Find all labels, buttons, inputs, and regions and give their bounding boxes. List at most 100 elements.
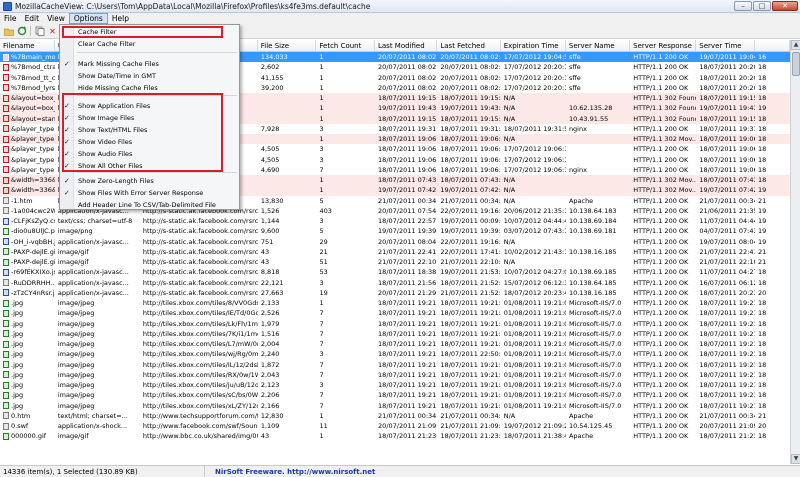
minimize-icon[interactable]: – bbox=[734, 1, 752, 11]
table-row[interactable]: .jpg image/jpeg http://tiles.xbox.com/tile… bbox=[0, 298, 790, 308]
table-row[interactable]: .jpg image/jpeg http://tiles.xbox.com/tile… bbox=[0, 308, 790, 318]
cell-server-name bbox=[566, 175, 630, 185]
cell-filename: .jpg bbox=[0, 390, 55, 400]
column-header-extra[interactable] bbox=[755, 40, 790, 51]
cell-filename: 0.htm bbox=[0, 411, 55, 421]
table-row[interactable]: -r69fEKXIXo.js application/x-javasc... htt… bbox=[0, 267, 790, 277]
table-row[interactable]: -PAXP-dejlE.gif image/gif http://s-static.… bbox=[0, 247, 790, 257]
file-icon bbox=[3, 402, 9, 410]
column-header-server-name[interactable]: Server Name bbox=[566, 40, 631, 51]
column-header-server-time[interactable]: Server Time bbox=[696, 40, 755, 51]
menu-help[interactable]: Help bbox=[108, 13, 133, 24]
column-header-expiration-time[interactable]: Expiration Time bbox=[501, 40, 566, 51]
table-row[interactable]: 0.swf application/x-shock... http://www.fa… bbox=[0, 421, 790, 431]
cell-fetch-count: 3 bbox=[319, 155, 324, 164]
column-header-last-modified[interactable]: Last Modified bbox=[375, 40, 438, 51]
cell-filename: -zTzCY4nRsr.js bbox=[0, 288, 55, 298]
scroll-up-icon[interactable]: ▲ bbox=[791, 40, 800, 50]
table-row[interactable]: 000000.gif image/gif http://www.bbc.co.uk/… bbox=[0, 431, 790, 441]
file-icon bbox=[3, 371, 9, 379]
checkmark-icon: ✓ bbox=[64, 189, 70, 197]
menu-item-add-header-line-to-csv-tab-delimited-file[interactable]: Add Header Line To CSV/Tab-Delimited Fil… bbox=[61, 200, 238, 210]
cell-server-name: Microsoft-IIS/7.0 bbox=[568, 350, 622, 359]
column-header-fetch-count[interactable]: Fetch Count bbox=[316, 40, 375, 51]
cell-expiration-time: 01/08/2011 19:21:02 bbox=[503, 401, 566, 410]
scroll-thumb[interactable] bbox=[792, 52, 800, 76]
filename-text: &layout=stan... bbox=[11, 114, 55, 123]
delete-icon[interactable]: ✕ bbox=[47, 26, 58, 37]
file-icon bbox=[3, 361, 9, 369]
refresh-icon[interactable] bbox=[16, 26, 27, 37]
cell-filename: &player_type... bbox=[0, 124, 55, 134]
cell-file-size: 43 bbox=[260, 432, 270, 441]
table-row[interactable]: .jpg image/jpeg http://tiles.xbox.com/tile… bbox=[0, 319, 790, 329]
cell-filename: &player_type... bbox=[0, 134, 55, 144]
filename-text: .jpg bbox=[11, 329, 24, 338]
cell-last-modified: 18/07/2011 19:06:18 bbox=[378, 165, 437, 174]
menu-item-mark-missing-cache-files[interactable]: ✓ Mark Missing Cache Files bbox=[61, 59, 238, 69]
cell-fetch-count: 7 bbox=[319, 391, 324, 400]
file-icon bbox=[3, 289, 9, 297]
menu-edit[interactable]: Edit bbox=[21, 13, 44, 24]
table-row[interactable]: -zTzCY4nRsr.js application/x-javasc... htt… bbox=[0, 288, 790, 298]
menu-file[interactable]: File bbox=[0, 13, 21, 24]
cell-extra: 21 bbox=[757, 196, 767, 205]
menu-view[interactable]: View bbox=[43, 13, 69, 24]
column-header-server-response[interactable]: Server Response bbox=[630, 40, 697, 51]
cell-fetch-count: 19 bbox=[319, 288, 328, 297]
table-row[interactable]: -dio0u8UlJC.pngimage/png http://s-static.… bbox=[0, 226, 790, 236]
close-icon[interactable]: ✕ bbox=[772, 1, 798, 11]
column-header-last-fetched[interactable]: Last Fetched bbox=[437, 40, 501, 51]
cell-last-modified: 21/07/2011 00:34:03 bbox=[378, 196, 437, 205]
cell-server-name: Microsoft-IIS/7.0 bbox=[568, 381, 622, 389]
column-header-filename[interactable]: Filename bbox=[0, 40, 55, 51]
menu-item-show-zero-length-files[interactable]: ✓ Show Zero-Length Files bbox=[61, 176, 238, 186]
table-row[interactable]: .jpg image/jpeg http://tiles.xbox.com/tile… bbox=[0, 390, 790, 400]
file-icon bbox=[3, 135, 9, 143]
table-row[interactable]: -CLFjKsZyQ.csstext/css; charset=utf-8 htt… bbox=[0, 216, 790, 226]
cell-last-fetched: 18/07/2011 19:21:02 bbox=[440, 401, 501, 410]
table-row[interactable]: -PAXP-dejlE.gif image/gif http://s-static.… bbox=[0, 257, 790, 267]
nirsoft-credit-link[interactable]: NirSoft Freeware. http://www.nirsoft.net bbox=[205, 468, 375, 476]
open-folder-icon[interactable] bbox=[3, 26, 14, 37]
filename-text: -RuDDRRHH... bbox=[11, 278, 55, 287]
table-row[interactable]: -OH_i-vqbBH.js application/x-javasc... htt… bbox=[0, 237, 790, 247]
column-header-file-size[interactable]: File Size bbox=[258, 40, 317, 51]
cell-content-type: http://s-static.ak.facebook.com/rsrc.php… bbox=[142, 288, 258, 297]
table-row[interactable]: .jpg image/jpeg http://tiles.xbox.com/tile… bbox=[0, 360, 790, 370]
cell-server-response: HTTP/1.1 200 OK bbox=[633, 350, 689, 359]
table-row[interactable]: .jpg image/jpeg http://tiles.xbox.com/tile… bbox=[0, 370, 790, 380]
cell-server-time: 04/07/2011 07:43:17 bbox=[699, 227, 755, 236]
cell-filename: -PAXP-dejlE.gif bbox=[0, 247, 55, 257]
menu-item-show-files-with-error-server-response[interactable]: ✓ Show Files With Error Server Response bbox=[61, 188, 238, 198]
maximize-icon[interactable]: □ bbox=[753, 1, 771, 11]
cell-last-fetched: 18/07/2011 22:50:53 bbox=[440, 350, 501, 359]
table-row[interactable]: .jpg image/jpeg http://tiles.xbox.com/tile… bbox=[0, 380, 790, 390]
menu-item-hide-missing-cache-files[interactable]: Hide Missing Cache Files bbox=[61, 83, 238, 93]
filename-text: 0.htm bbox=[11, 411, 31, 420]
table-row[interactable]: -RuDDRRHH... application/x-javasc... http:… bbox=[0, 278, 790, 288]
cell-url: image/jpeg bbox=[57, 340, 95, 348]
table-row[interactable]: 0.htm text/html; charset=... http://www.te… bbox=[0, 411, 790, 421]
cell-last-fetched: 18/07/2011 21:23:48 bbox=[440, 432, 501, 441]
cell-last-fetched: 18/07/2011 19:21:02 bbox=[440, 370, 501, 379]
table-row[interactable]: .jpg image/jpeg http://tiles.xbox.com/tile… bbox=[0, 349, 790, 359]
table-row[interactable]: .jpg image/jpeg http://tiles.xbox.com/tile… bbox=[0, 401, 790, 411]
menu-item-clear-cache-filter[interactable]: Clear Cache Filter bbox=[61, 39, 238, 49]
file-icon bbox=[3, 156, 9, 164]
menu-item-show-date-time-in-gmt[interactable]: Show Date/Time in GMT bbox=[61, 71, 238, 81]
cell-url: image/jpeg bbox=[57, 401, 95, 410]
table-row[interactable]: .jpg image/jpeg http://tiles.xbox.com/tile… bbox=[0, 339, 790, 349]
scroll-down-icon[interactable]: ▼ bbox=[791, 454, 800, 464]
menu-options[interactable]: Options bbox=[68, 13, 108, 24]
copy-icon[interactable] bbox=[34, 26, 45, 37]
cell-file-size bbox=[258, 185, 317, 195]
cell-fetch-count: 1 bbox=[319, 73, 324, 82]
table-row[interactable]: .jpg image/jpeg http://tiles.xbox.com/tile… bbox=[0, 329, 790, 339]
cell-server-time: 18/07/2011 19:21:04 bbox=[699, 360, 755, 369]
cell-server-response: HTTP/1.1 200 OK bbox=[633, 381, 689, 389]
cell-last-modified: 18/07/2011 19:21:02 bbox=[378, 370, 437, 379]
vertical-scrollbar[interactable]: ▲ ▼ bbox=[790, 40, 800, 464]
cell-server-response: HTTP/1.1 200 OK bbox=[633, 432, 689, 441]
file-icon bbox=[3, 340, 9, 348]
